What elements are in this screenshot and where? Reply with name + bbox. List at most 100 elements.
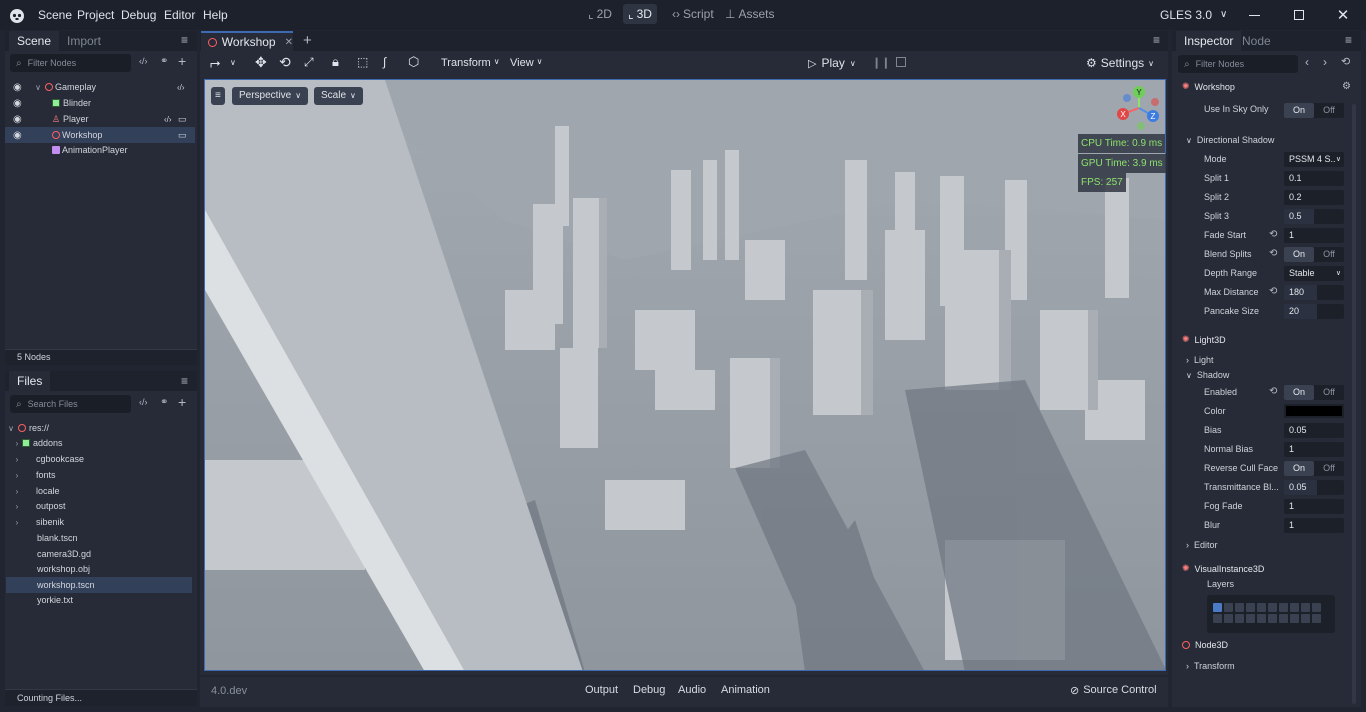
tree-row-animationplayer[interactable]: AnimationPlayer: [5, 142, 195, 158]
layer-cell[interactable]: [1279, 603, 1288, 612]
layer-cell[interactable]: [1235, 614, 1244, 623]
chevron-down-icon[interactable]: ∨: [6, 424, 16, 433]
bottom-tab-animation[interactable]: Animation: [721, 684, 770, 696]
folder-row[interactable]: › fonts: [6, 467, 192, 483]
transmittance-bias-field[interactable]: 0.05: [1284, 480, 1344, 495]
use-in-sky-only-toggle[interactable]: On Off: [1284, 103, 1344, 118]
reset-icon[interactable]: ⟲: [1269, 229, 1277, 240]
tab-import[interactable]: Import: [59, 31, 109, 51]
add-icon[interactable]: +: [178, 394, 186, 410]
history-icon[interactable]: ⟲: [1341, 55, 1350, 68]
fog-fade-field[interactable]: 1: [1284, 499, 1344, 514]
rotate-tool-icon[interactable]: ⟲: [279, 54, 291, 71]
layer-cell[interactable]: [1290, 603, 1299, 612]
cube-icon[interactable]: ⬡: [408, 54, 419, 70]
orientation-gizmo[interactable]: Y X Z: [1115, 84, 1163, 132]
scene-instance-icon[interactable]: ▭: [178, 130, 187, 141]
file-row[interactable]: workshop.obj: [6, 561, 192, 577]
menu-editor[interactable]: Editor: [164, 0, 195, 30]
files-filter-input[interactable]: ⌕ Search Files: [10, 395, 131, 413]
section-editor[interactable]: › Editor: [1186, 540, 1218, 550]
fade-start-field[interactable]: 1: [1284, 228, 1344, 243]
scale-tool-icon[interactable]: ⤢: [304, 55, 314, 70]
close-button[interactable]: ✕: [1321, 0, 1365, 30]
select-tool-icon[interactable]: ⮣: [210, 55, 220, 71]
scene-tabs-menu-icon[interactable]: ≡: [1153, 33, 1160, 47]
bottom-tab-output[interactable]: Output: [585, 684, 618, 696]
inspector-filter-input[interactable]: ⌕ Filter Nodes: [1178, 55, 1298, 73]
visibility-icon[interactable]: ◉: [13, 114, 22, 125]
move-tool-icon[interactable]: ✥: [255, 54, 267, 71]
visibility-icon[interactable]: ◉: [13, 98, 22, 109]
workspace-script[interactable]: ‹› Script: [667, 4, 719, 24]
layer-cell[interactable]: [1246, 603, 1255, 612]
layer-cell[interactable]: [1213, 614, 1222, 623]
blend-splits-toggle[interactable]: On Off: [1284, 247, 1344, 262]
shadow-enabled-toggle[interactable]: On Off: [1284, 385, 1344, 400]
add-node-icon[interactable]: +: [178, 53, 186, 69]
snap-icon[interactable]: ∫: [383, 55, 386, 69]
history-back-icon[interactable]: ‹: [1305, 55, 1309, 69]
bias-field[interactable]: 0.05: [1284, 423, 1344, 438]
normal-bias-field[interactable]: 1: [1284, 442, 1344, 457]
pancake-size-field[interactable]: 20: [1284, 304, 1344, 319]
split3-field[interactable]: 0.5: [1284, 209, 1344, 224]
blur-field[interactable]: 1: [1284, 518, 1344, 533]
menu-scene[interactable]: Scene: [38, 0, 72, 30]
group-icon[interactable]: ⬚: [357, 55, 368, 69]
link-icon[interactable]: ⚭: [160, 56, 168, 67]
tree-row-gameplay[interactable]: ◉ ∨ Gameplay ‹/›: [5, 79, 195, 95]
layer-cell[interactable]: [1213, 603, 1222, 612]
minimize-button[interactable]: [1232, 0, 1276, 30]
layer-cell[interactable]: [1224, 603, 1233, 612]
section-shadow[interactable]: ∨ Shadow: [1186, 370, 1229, 380]
layer-cell[interactable]: [1257, 603, 1266, 612]
layer-cell[interactable]: [1301, 603, 1310, 612]
max-distance-field[interactable]: 180: [1284, 285, 1344, 300]
chevron-right-icon[interactable]: ›: [12, 439, 22, 448]
attach-script-icon[interactable]: ‹/›: [139, 56, 148, 66]
section-directional-shadow[interactable]: ∨ Directional Shadow: [1186, 135, 1274, 145]
scene-dock-menu-icon[interactable]: ≡: [181, 33, 188, 47]
tree-row-workshop[interactable]: ◉ Workshop ▭: [5, 127, 195, 143]
menu-help[interactable]: Help: [203, 0, 228, 30]
file-tree-root[interactable]: ∨ res://: [6, 420, 192, 436]
chevron-right-icon[interactable]: ›: [12, 502, 22, 511]
3d-viewport[interactable]: ≡ Perspective ∨ Scale ∨ Y X Z: [204, 79, 1166, 671]
layer-cell[interactable]: [1312, 603, 1321, 612]
lock-icon[interactable]: 🔒︎: [332, 54, 339, 70]
visibility-icon[interactable]: ◉: [13, 82, 22, 93]
scene-tab-workshop[interactable]: Workshop ✕: [201, 31, 293, 51]
layer-cell[interactable]: [1301, 614, 1310, 623]
view-menu[interactable]: View ∨: [510, 57, 543, 69]
scale-menu[interactable]: Scale ∨: [314, 87, 363, 105]
shadow-color-picker[interactable]: [1284, 404, 1344, 418]
layer-cell[interactable]: [1224, 614, 1233, 623]
mode-select[interactable]: PSSM 4 S.. ∨: [1284, 152, 1344, 167]
renderer-select[interactable]: GLES 3.0 ∨: [1160, 0, 1227, 30]
script-icon[interactable]: ‹/›: [139, 397, 148, 407]
file-row[interactable]: camera3D.gd: [6, 546, 192, 562]
chevron-right-icon[interactable]: ›: [12, 518, 22, 527]
folder-row[interactable]: › sibenik: [6, 514, 192, 530]
layer-cell[interactable]: [1312, 614, 1321, 623]
chevron-down-icon[interactable]: ∨: [230, 58, 236, 67]
tree-row-player[interactable]: ◉ ♙ Player ‹/› ▭: [5, 111, 195, 127]
close-icon[interactable]: ✕: [285, 37, 293, 48]
settings-menu[interactable]: ⚙ Settings ∨: [1086, 56, 1154, 70]
section-transform[interactable]: › Transform: [1186, 661, 1235, 671]
file-row-selected[interactable]: workshop.tscn: [6, 577, 192, 593]
scene-instance-icon[interactable]: ▭: [178, 114, 187, 125]
layer-cell[interactable]: [1268, 614, 1277, 623]
transform-menu[interactable]: Transform ∨: [441, 57, 500, 69]
source-control-button[interactable]: ⊘ Source Control: [1070, 684, 1157, 697]
tab-inspector[interactable]: Inspector: [1176, 31, 1242, 51]
chevron-down-icon[interactable]: ∨: [33, 83, 43, 92]
menu-debug[interactable]: Debug: [121, 0, 156, 30]
inspector-scrollbar[interactable]: [1352, 104, 1356, 704]
history-forward-icon[interactable]: ›: [1323, 55, 1327, 69]
layer-cell[interactable]: [1235, 603, 1244, 612]
pause-icon[interactable]: ❙❙: [872, 56, 890, 69]
godot-logo-icon[interactable]: [8, 6, 26, 24]
reverse-cull-face-toggle[interactable]: On Off: [1284, 461, 1344, 476]
